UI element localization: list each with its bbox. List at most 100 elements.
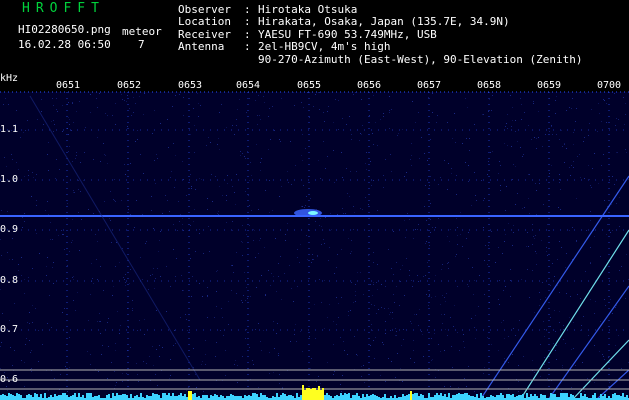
noise-pixel	[295, 324, 296, 325]
noise-pixel	[195, 251, 196, 252]
noise-pixel	[504, 338, 505, 339]
noise-pixel	[383, 344, 384, 345]
noise-pixel	[205, 364, 206, 365]
noise-pixel	[619, 197, 620, 198]
noise-pixel	[202, 361, 203, 362]
spectrum-bar	[620, 396, 622, 400]
noise-pixel	[11, 154, 12, 155]
noise-pixel	[47, 201, 48, 202]
noise-pixel	[299, 262, 300, 263]
noise-pixel	[445, 301, 446, 302]
noise-pixel	[297, 257, 298, 258]
spectrum-bar	[118, 395, 120, 400]
noise-pixel	[587, 378, 588, 379]
noise-pixel	[505, 234, 506, 235]
noise-pixel	[343, 213, 344, 214]
noise-pixel	[232, 125, 233, 126]
noise-pixel	[201, 364, 202, 365]
noise-pixel	[572, 227, 573, 228]
noise-pixel	[269, 352, 270, 353]
spectrum-bar	[252, 393, 254, 400]
noise-pixel	[242, 255, 243, 256]
noise-pixel	[143, 361, 144, 362]
noise-pixel	[547, 378, 548, 379]
noise-pixel	[370, 345, 371, 346]
noise-pixel	[162, 347, 163, 348]
noise-pixel	[333, 122, 334, 123]
noise-pixel	[374, 305, 375, 306]
noise-pixel	[182, 224, 183, 225]
spectrum-bar	[452, 395, 454, 400]
noise-pixel	[344, 350, 345, 351]
noise-pixel	[181, 275, 182, 276]
noise-pixel	[71, 242, 72, 243]
spectrum-bar	[226, 396, 228, 400]
noise-pixel	[403, 329, 404, 330]
noise-pixel	[111, 242, 112, 243]
noise-pixel	[460, 234, 461, 235]
noise-pixel	[476, 200, 477, 201]
noise-pixel	[403, 339, 404, 340]
noise-pixel	[336, 324, 337, 325]
noise-pixel	[300, 331, 301, 332]
noise-pixel	[510, 280, 511, 281]
noise-pixel	[491, 231, 492, 232]
noise-pixel	[619, 226, 620, 227]
noise-pixel	[122, 381, 123, 382]
noise-pixel	[303, 107, 304, 108]
noise-pixel	[54, 124, 55, 125]
noise-pixel	[605, 305, 606, 306]
noise-pixel	[625, 298, 626, 299]
noise-pixel	[483, 373, 484, 374]
spectrum-bar	[372, 394, 374, 400]
noise-pixel	[170, 286, 171, 287]
noise-pixel	[315, 338, 316, 339]
noise-pixel	[411, 143, 412, 144]
noise-pixel	[434, 333, 435, 334]
noise-pixel	[601, 165, 602, 166]
spectrum-bar	[470, 396, 472, 400]
noise-pixel	[103, 143, 104, 144]
spectrum-bar	[550, 393, 552, 400]
noise-pixel	[447, 236, 448, 237]
noise-pixel	[61, 230, 62, 231]
noise-pixel	[327, 111, 328, 112]
noise-pixel	[12, 365, 13, 366]
noise-pixel	[97, 321, 98, 322]
spectrum-bar	[98, 395, 100, 400]
noise-pixel	[584, 391, 585, 392]
noise-pixel	[556, 134, 557, 135]
noise-pixel	[444, 297, 445, 298]
spectrum-bar	[204, 395, 206, 400]
noise-pixel	[373, 282, 374, 283]
noise-pixel	[561, 130, 562, 131]
noise-pixel	[435, 227, 436, 228]
noise-pixel	[294, 334, 295, 335]
spectrum-bar	[190, 391, 192, 400]
noise-pixel	[191, 186, 192, 187]
noise-pixel	[377, 264, 378, 265]
noise-pixel	[617, 152, 618, 153]
frequency-unit-label: kHz	[0, 73, 19, 84]
noise-pixel	[193, 221, 194, 222]
spectrum-bar	[354, 395, 356, 400]
spectrum-bar	[366, 394, 368, 400]
noise-pixel	[202, 296, 203, 297]
noise-pixel	[20, 137, 21, 138]
spectrum-bar	[4, 395, 6, 400]
noise-pixel	[79, 101, 80, 102]
noise-pixel	[97, 241, 98, 242]
noise-pixel	[122, 99, 123, 100]
spectrum-bar	[520, 395, 522, 400]
noise-pixel	[553, 343, 554, 344]
noise-pixel	[607, 224, 608, 225]
noise-pixel	[564, 144, 565, 145]
noise-pixel	[385, 286, 386, 287]
noise-pixel	[441, 269, 442, 270]
noise-pixel	[396, 262, 397, 263]
noise-pixel	[53, 105, 54, 106]
noise-pixel	[137, 139, 138, 140]
noise-pixel	[341, 297, 342, 298]
noise-pixel	[454, 305, 455, 306]
noise-pixel	[515, 335, 516, 336]
